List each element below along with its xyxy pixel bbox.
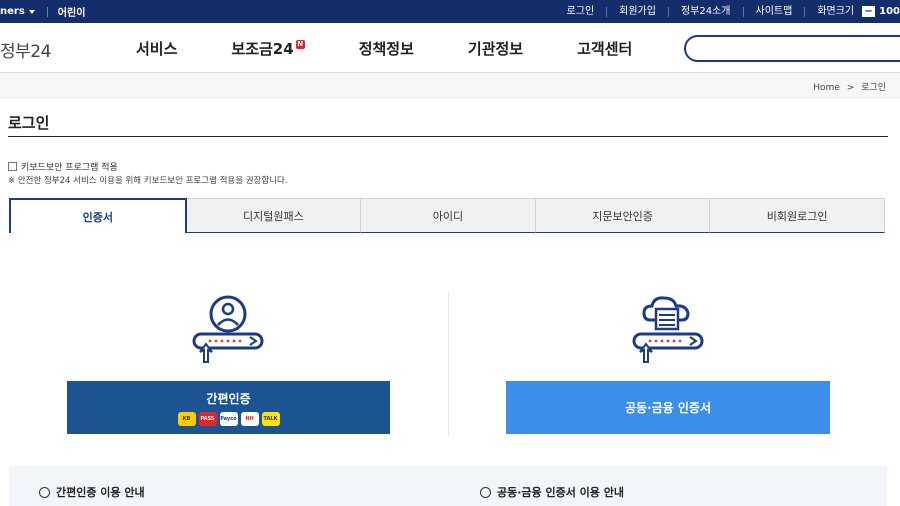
- about-link[interactable]: 정부24소개: [667, 6, 743, 17]
- simple-guide-heading: 간편인증 이용 안내: [39, 484, 145, 500]
- tab-id[interactable]: 아이디: [361, 198, 536, 233]
- cloud-cert-icon: [632, 296, 704, 363]
- keyboard-security-checkbox[interactable]: [8, 162, 17, 171]
- login-link[interactable]: 로그인: [555, 6, 607, 17]
- breadcrumb-current: 로그인: [861, 83, 886, 93]
- user-auth-icon: [192, 295, 264, 363]
- title-underline: [8, 136, 888, 137]
- payco-logo: Payco: [219, 412, 238, 426]
- search-input[interactable]: [684, 35, 900, 62]
- main-header: 정부24 서비스 보조금24 N 정책정보 기관정보 고객센터: [0, 23, 900, 73]
- simple-auth-label: 간편인증: [206, 392, 251, 406]
- keyboard-security-notice: ※ 안전한 정부24 서비스 이용을 위해 키보드보안 프로그램 적용을 권장합…: [8, 176, 288, 186]
- kids-link[interactable]: 어린이: [58, 4, 86, 19]
- nh-logo: NH: [240, 412, 259, 426]
- simple-auth-button[interactable]: 간편인증 KB PASS Payco NH TALK: [67, 381, 390, 434]
- kb-logo: KB: [177, 412, 196, 426]
- nav-item-services[interactable]: 서비스: [136, 38, 177, 59]
- keyboard-security-label: 키보드보안 프로그램 적용: [21, 163, 118, 173]
- site-logo[interactable]: 정부24: [0, 37, 51, 62]
- main-nav: 서비스 보조금24 N 정책정보 기관정보 고객센터: [136, 23, 686, 73]
- nav-item-agency[interactable]: 기관정보: [468, 38, 523, 59]
- joint-guide-heading: 공동·금융 인증서 이용 안내: [480, 484, 624, 500]
- login-method-tabs: 인증서 디지털원패스 아이디 지문보안인증 비회원로그인: [9, 198, 885, 233]
- sitemap-link[interactable]: 사이트맵: [742, 6, 805, 17]
- breadcrumb-bar: Home > 로그인: [0, 74, 900, 98]
- zoom-label: 화면크기: [804, 6, 862, 17]
- joint-cert-button[interactable]: 공동·금융 인증서: [506, 381, 830, 434]
- divider: [46, 6, 48, 17]
- nav-item-support[interactable]: 고객센터: [577, 38, 632, 59]
- keyboard-security-option: 키보드보안 프로그램 적용: [8, 160, 118, 173]
- pass-logo: PASS: [198, 412, 217, 426]
- tab-certificate[interactable]: 인증서: [9, 198, 187, 233]
- caret-down-icon: [28, 9, 35, 14]
- language-label: ners: [0, 6, 25, 17]
- simple-auth-provider-logos: KB PASS Payco NH TALK: [67, 412, 390, 426]
- signup-link[interactable]: 회원가입: [606, 6, 668, 17]
- guide-box: 간편인증 이용 안내 공동·금융 인증서 이용 안내: [9, 466, 887, 506]
- nav-item-subsidy[interactable]: 보조금24 N: [231, 38, 305, 59]
- top-utility-bar: ners 어린이 로그인 회원가입 정부24소개 사이트맵 화면크기 − 100: [0, 0, 900, 23]
- zoom-value: 100: [879, 6, 900, 17]
- check-circle-icon: [480, 486, 491, 498]
- check-circle-icon: [39, 486, 50, 498]
- new-badge: N: [295, 39, 305, 49]
- language-selector[interactable]: ners: [0, 6, 41, 17]
- breadcrumb-separator: >: [846, 83, 855, 93]
- zoom-out-button[interactable]: −: [862, 6, 876, 17]
- kakao-talk-logo: TALK: [261, 412, 280, 426]
- page-title: 로그인: [8, 114, 50, 132]
- tab-guest-login[interactable]: 비회원로그인: [710, 198, 885, 233]
- breadcrumb-home[interactable]: Home: [813, 83, 840, 93]
- tab-fingerprint[interactable]: 지문보안인증: [535, 198, 711, 233]
- nav-item-policy[interactable]: 정책정보: [359, 38, 414, 59]
- breadcrumb: Home > 로그인: [813, 80, 886, 93]
- card-divider: [448, 293, 449, 435]
- tab-digital-onepass[interactable]: 디지털원패스: [186, 198, 362, 233]
